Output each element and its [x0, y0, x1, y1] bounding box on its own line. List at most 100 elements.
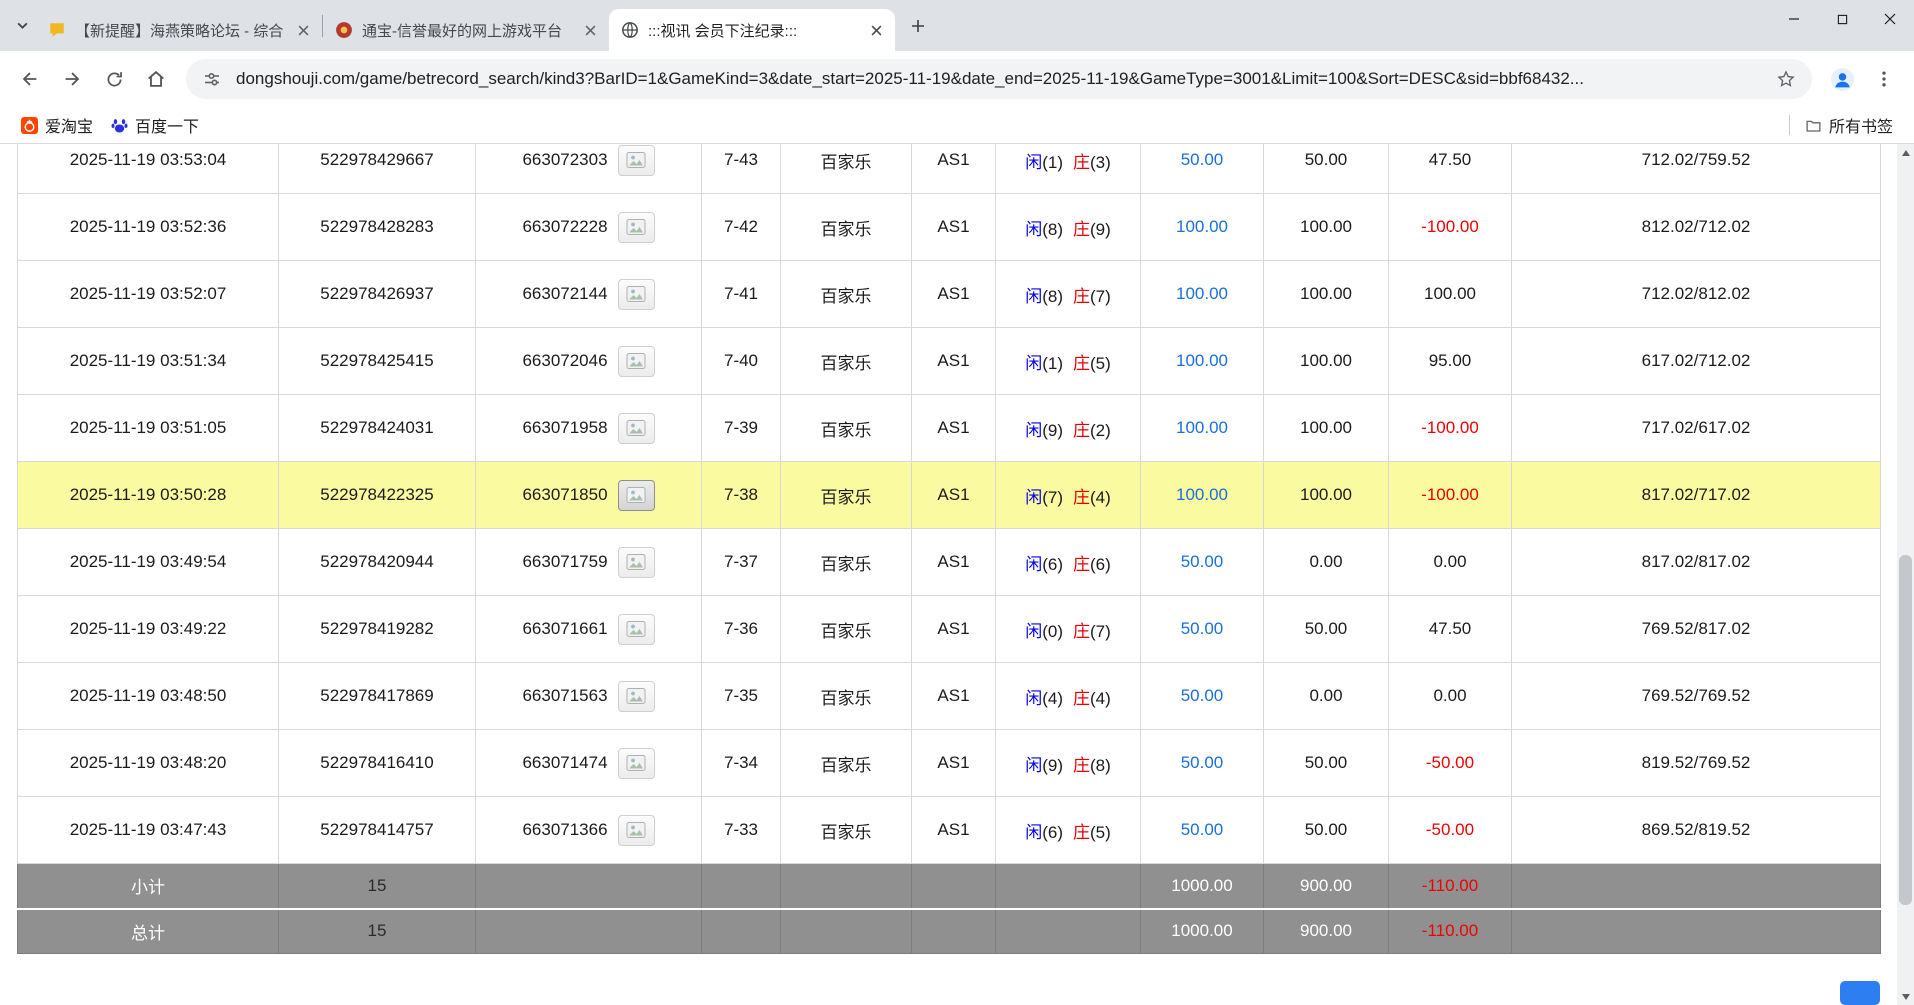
tab-bet-records[interactable]: :::视讯 会员下注纪录:::: [609, 9, 895, 51]
cell-table-no: 7-37: [702, 529, 781, 596]
cell-game-type: 百家乐: [781, 328, 912, 395]
tab-search-chevron-button[interactable]: [8, 12, 36, 40]
new-tab-button[interactable]: [903, 11, 933, 41]
banker-label: 庄: [1073, 153, 1090, 172]
scrollbar-thumb[interactable]: [1899, 555, 1912, 905]
menu-button[interactable]: [1864, 59, 1904, 99]
cell-bet-id: 522978426937: [279, 261, 476, 328]
replay-button[interactable]: [618, 145, 655, 176]
summary-empty-cell: [702, 864, 781, 909]
cell-bet-time: 2025-11-19 03:48:20: [18, 730, 279, 797]
cell-game-type: 百家乐: [781, 596, 912, 663]
refresh-button[interactable]: [94, 59, 134, 99]
forward-icon: [61, 68, 83, 90]
banker-label: 庄: [1073, 287, 1090, 306]
forward-button[interactable]: [52, 59, 92, 99]
site-info-button[interactable]: [198, 65, 226, 93]
cell-bet-time: 2025-11-19 03:51:34: [18, 328, 279, 395]
scrollbar[interactable]: [1897, 144, 1914, 1005]
cell-bet-time: 2025-11-19 03:49:54: [18, 529, 279, 596]
cell-balance: 617.02/712.02: [1512, 328, 1881, 395]
replay-button[interactable]: [618, 480, 655, 511]
summary-empty-cell: [996, 909, 1141, 954]
cell-game-type: 百家乐: [781, 462, 912, 529]
address-bar[interactable]: dongshouji.com/game/betrecord_search/kin…: [186, 59, 1812, 99]
bookmark-taobao[interactable]: 爱淘宝: [12, 110, 102, 140]
cell-bet-id: 522978414757: [279, 797, 476, 864]
cell-bet-amount: 50.00: [1141, 144, 1264, 194]
back-button[interactable]: [10, 59, 50, 99]
bet-records-table-wrap: 2025-11-19 03:53:04 522978429667 6630723…: [17, 144, 1880, 954]
replay-button[interactable]: [618, 279, 655, 310]
tab-close-icon[interactable]: [579, 19, 601, 41]
subtotal-row: 小计 15 1000.00 900.00 -110.00: [18, 864, 1881, 909]
window-controls: [1770, 0, 1914, 38]
replay-button[interactable]: [618, 413, 655, 444]
player-label: 闲: [1025, 220, 1042, 239]
total-valid-amount: 900.00: [1264, 909, 1389, 954]
cell-game-type: 百家乐: [781, 194, 912, 261]
cell-bet-time: 2025-11-19 03:50:28: [18, 462, 279, 529]
cell-round-id: 663071958: [476, 395, 702, 462]
cell-bet-time: 2025-11-19 03:49:22: [18, 596, 279, 663]
bookmark-star-button[interactable]: [1772, 65, 1800, 93]
cell-bet-amount: 50.00: [1141, 797, 1264, 864]
cell-result: 闲(4)庄(4): [996, 663, 1141, 730]
scrollbar-down-arrow[interactable]: [1897, 988, 1914, 1005]
cell-seat: AS1: [912, 596, 996, 663]
summary-empty-cell: [781, 909, 912, 954]
tab-forum[interactable]: 【新提醒】海燕策略论坛 - 综合...: [36, 9, 322, 51]
cell-balance: 812.02/712.02: [1512, 194, 1881, 261]
summary-empty-cell: [912, 864, 996, 909]
chevron-down-icon: [16, 19, 29, 32]
cell-result: 闲(0)庄(7): [996, 596, 1141, 663]
cell-result: 闲(8)庄(7): [996, 261, 1141, 328]
bet-record-row: 2025-11-19 03:49:22 522978419282 6630716…: [18, 596, 1881, 663]
player-label: 闲: [1025, 689, 1042, 708]
refresh-icon: [104, 69, 125, 90]
cell-win-loss: 0.00: [1389, 663, 1512, 730]
replay-button[interactable]: [618, 212, 655, 243]
cell-seat: AS1: [912, 261, 996, 328]
cell-bet-id: 522978428283: [279, 194, 476, 261]
triangle-down-icon: [1902, 994, 1910, 1000]
bet-record-row: 2025-11-19 03:50:28 522978422325 6630718…: [18, 462, 1881, 529]
tab-close-icon[interactable]: [292, 19, 314, 41]
cell-bet-time: 2025-11-19 03:47:43: [18, 797, 279, 864]
cell-result: 闲(9)庄(8): [996, 730, 1141, 797]
total-bet-amount: 1000.00: [1141, 909, 1264, 954]
maximize-button[interactable]: [1818, 0, 1866, 38]
cell-valid-amount: 100.00: [1264, 261, 1389, 328]
all-bookmarks-button[interactable]: 所有书签: [1796, 110, 1902, 140]
cell-win-loss: 47.50: [1389, 596, 1512, 663]
banker-label: 庄: [1073, 555, 1090, 574]
minimize-button[interactable]: [1770, 0, 1818, 38]
replay-icon: [626, 754, 646, 772]
bookmark-baidu[interactable]: 百度一下: [102, 110, 208, 140]
tab-close-icon[interactable]: [865, 19, 887, 41]
scrollbar-up-arrow[interactable]: [1897, 144, 1914, 161]
home-button[interactable]: [136, 59, 176, 99]
bet-record-row: 2025-11-19 03:51:05 522978424031 6630719…: [18, 395, 1881, 462]
profile-button[interactable]: [1822, 59, 1862, 99]
replay-button[interactable]: [618, 748, 655, 779]
replay-button[interactable]: [618, 547, 655, 578]
home-icon: [145, 68, 167, 90]
cell-bet-id: 522978417869: [279, 663, 476, 730]
cell-seat: AS1: [912, 328, 996, 395]
floating-action-button[interactable]: [1840, 981, 1880, 1005]
cell-bet-amount: 100.00: [1141, 328, 1264, 395]
cell-bet-time: 2025-11-19 03:52:36: [18, 194, 279, 261]
replay-icon: [626, 486, 646, 504]
bookmark-label: 百度一下: [135, 113, 199, 137]
cell-round-id: 663071563: [476, 663, 702, 730]
replay-button[interactable]: [618, 815, 655, 846]
replay-button[interactable]: [618, 614, 655, 645]
cell-table-no: 7-41: [702, 261, 781, 328]
replay-button[interactable]: [618, 681, 655, 712]
close-window-button[interactable]: [1866, 0, 1914, 38]
cell-game-type: 百家乐: [781, 529, 912, 596]
tab-tongbao[interactable]: 通宝-信誉最好的网上游戏平台: [323, 9, 609, 51]
player-label: 闲: [1025, 488, 1042, 507]
replay-button[interactable]: [618, 346, 655, 377]
